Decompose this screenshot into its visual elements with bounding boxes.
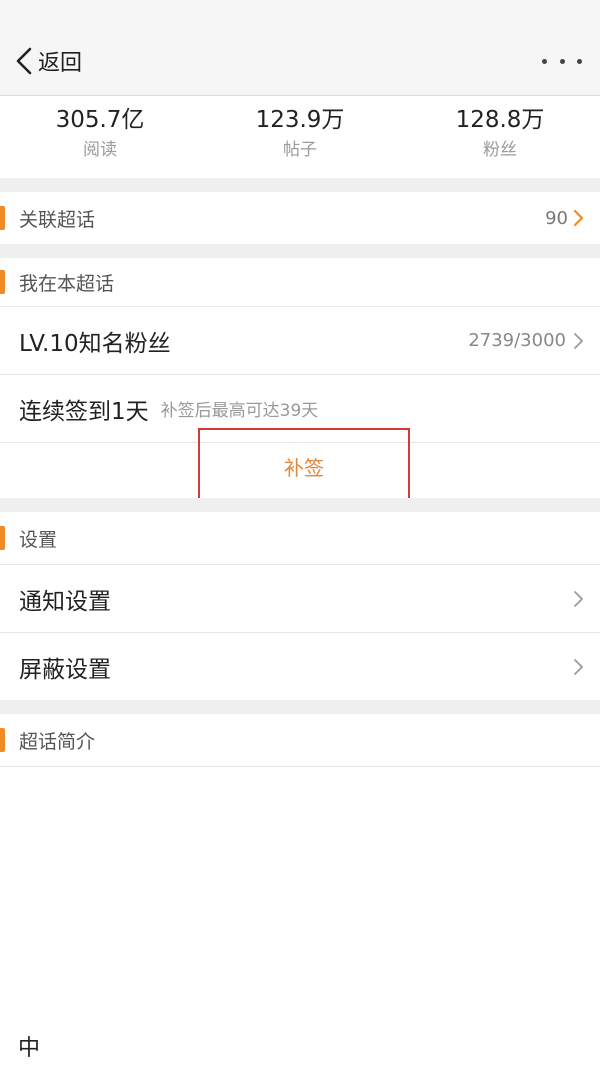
accent-bar: [0, 270, 5, 294]
stat-value: 305.7亿: [55, 107, 145, 133]
notification-settings-row[interactable]: 通知设置: [0, 565, 600, 632]
intro-title: 超话简介: [19, 730, 96, 753]
chevron-left-icon: [16, 47, 32, 75]
section-gap: [0, 178, 600, 192]
notification-settings-label: 通知设置: [19, 588, 111, 615]
stat-posts: 123.9万 帖子: [200, 96, 400, 178]
block-settings-right: [572, 658, 584, 676]
related-topics-right: 90: [545, 208, 584, 229]
accent-bar: [0, 526, 5, 550]
accent-bar: [0, 206, 5, 230]
stat-label: 阅读: [83, 140, 117, 160]
my-section-header: 我在本超话: [0, 258, 600, 306]
navigation-bar: 返回: [0, 0, 600, 96]
settings-title: 设置: [19, 528, 58, 551]
level-row[interactable]: LV.10知名粉丝 2739/3000: [0, 307, 600, 374]
notification-settings-right: [572, 590, 584, 608]
level-progress: 2739/3000: [468, 330, 566, 351]
checkin-label: 连续签到1天: [19, 398, 149, 425]
level-label: LV.10知名粉丝: [19, 330, 171, 357]
block-settings-row[interactable]: 屏蔽设置: [0, 633, 600, 700]
block-settings-label: 屏蔽设置: [19, 656, 111, 683]
chevron-right-icon: [574, 332, 583, 349]
back-button[interactable]: 返回: [14, 40, 82, 82]
stat-value: 128.8万: [455, 107, 545, 133]
accent-bar: [0, 728, 5, 752]
my-section-title: 我在本超话: [19, 272, 115, 295]
more-icon[interactable]: [542, 48, 582, 74]
checkin-hint: 补签后最高可达39天: [160, 401, 319, 421]
stat-label: 粉丝: [483, 140, 517, 160]
intro-header: 超话简介: [0, 714, 600, 766]
section-gap: [0, 244, 600, 258]
intro-text: 中: [18, 1036, 41, 1061]
section-gap: [0, 498, 600, 512]
stat-value: 123.9万: [255, 107, 345, 133]
chevron-right-icon: [574, 658, 583, 675]
section-gap: [0, 700, 600, 714]
level-right: 2739/3000: [468, 330, 584, 351]
stat-fans: 128.8万 粉丝: [400, 96, 600, 178]
settings-header: 设置: [0, 512, 600, 564]
stat-reads: 305.7亿 阅读: [0, 96, 200, 178]
related-topics-count: 90: [545, 207, 568, 229]
divider: [0, 766, 600, 767]
chevron-right-icon: [574, 590, 583, 607]
makeup-checkin-button[interactable]: 补签: [198, 428, 410, 505]
makeup-checkin-label: 补签: [284, 456, 324, 480]
chevron-right-icon: [573, 209, 584, 227]
stats-bar: 305.7亿 阅读 123.9万 帖子 128.8万 粉丝: [0, 96, 600, 178]
related-topics-title: 关联超话: [19, 208, 96, 231]
back-label: 返回: [38, 51, 83, 76]
stat-label: 帖子: [283, 140, 317, 160]
related-topics-row[interactable]: 关联超话 90: [0, 192, 600, 244]
